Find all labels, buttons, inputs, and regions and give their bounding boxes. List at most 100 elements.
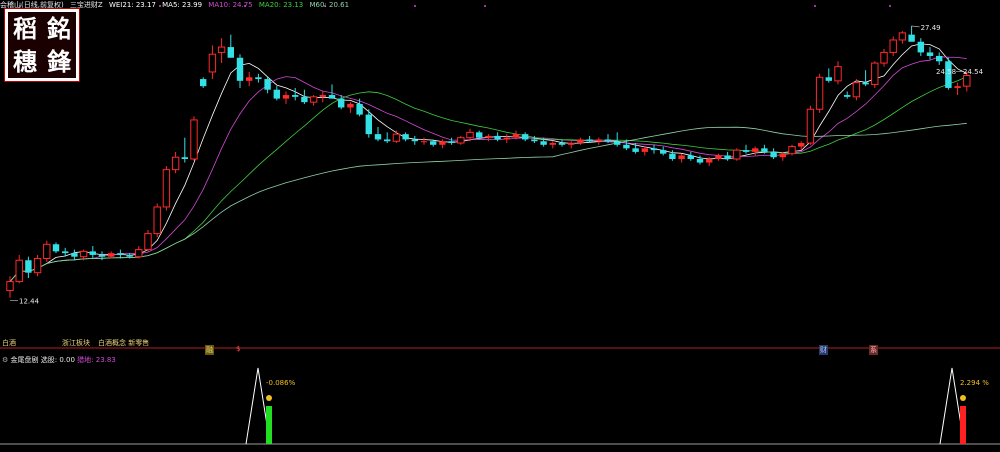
candle-down — [402, 134, 409, 140]
event-tag[interactable]: 系 — [869, 345, 878, 355]
candle-down — [448, 141, 455, 144]
candle-up — [153, 206, 161, 235]
candle-down — [558, 143, 566, 145]
ma20-value: MA20: 23.13 — [258, 1, 304, 9]
candle-up — [595, 139, 602, 142]
indicator-hunt: 猎地: 23.83 — [77, 356, 116, 364]
candle-up — [806, 108, 815, 144]
candle-up — [788, 146, 796, 155]
indicator-bar — [266, 406, 272, 444]
candle-down — [476, 132, 483, 138]
candle-up — [889, 39, 897, 53]
candle-up — [79, 250, 88, 258]
chart-stage: 27.49 12.44 24.58 24.54 -0.086% 2.294 % — [0, 0, 1000, 448]
candle-down — [623, 144, 630, 149]
high-label: 27.49 — [921, 24, 941, 32]
ma10-value: MA10: 24.75 — [208, 1, 253, 9]
candle-up — [503, 137, 510, 140]
candle-down — [25, 260, 32, 273]
event-tag[interactable]: 融 — [205, 345, 214, 355]
candle-up — [577, 139, 584, 144]
candle-down — [660, 150, 667, 154]
candle-down — [62, 251, 69, 254]
candle-down — [926, 52, 934, 56]
candle-up — [852, 82, 861, 98]
indicator-gear-icon[interactable]: ⚙ — [2, 356, 8, 364]
indicator-header: ⚙ 金尾盘剧 选股: 0.00 猎地: 23.83 — [2, 355, 116, 365]
candle-up — [162, 169, 171, 208]
seal-char: 穗 — [13, 46, 37, 76]
candle-down — [52, 244, 60, 252]
candle-down — [374, 134, 382, 140]
candlestick-chart[interactable]: 27.49 12.44 24.58 24.54 -0.086% 2.294 % — [0, 0, 1000, 448]
candle-up — [798, 143, 805, 147]
signal-dot — [814, 5, 816, 7]
candle-up — [512, 134, 520, 138]
candle-up — [171, 156, 180, 171]
candle-down — [650, 148, 658, 151]
candle-down — [411, 139, 418, 142]
candle-down — [522, 134, 529, 140]
candle-up — [641, 148, 648, 152]
level-label: 24.54 — [963, 68, 984, 76]
candle-up — [282, 95, 290, 99]
candle-down — [724, 155, 731, 159]
candle-up — [217, 46, 226, 53]
candle-down — [844, 95, 851, 97]
smiley-icon — [960, 395, 966, 401]
candle-up — [466, 131, 474, 139]
candle-down — [632, 148, 639, 152]
signal-label: 2.294 % — [960, 379, 989, 387]
high-marker — [911, 25, 920, 28]
candle-down — [273, 89, 280, 99]
candle-down — [98, 254, 106, 257]
candle-down — [696, 159, 704, 163]
seal-char: 稻 — [13, 13, 37, 43]
candle-down — [384, 139, 391, 142]
candle-up — [954, 86, 961, 88]
candle-down — [614, 141, 621, 145]
candle-down — [770, 151, 777, 158]
ma5-value: MA5: 23.99 — [162, 1, 203, 9]
candle-up — [309, 96, 318, 103]
candle-up — [392, 133, 401, 142]
candle-up — [880, 51, 888, 64]
candle-down — [586, 139, 593, 142]
candle-up — [246, 77, 253, 81]
candle-down — [89, 251, 96, 255]
sector-label[interactable]: 白酒概念 新零售 — [98, 338, 149, 348]
candle-up — [190, 119, 198, 160]
seal-char: 銘 — [47, 13, 71, 43]
candle-down — [328, 95, 336, 99]
candle-down — [908, 34, 915, 42]
sector-label[interactable]: 浙江板块 — [62, 338, 90, 348]
candle-down — [430, 141, 437, 145]
candle-down — [117, 253, 124, 255]
candle-down — [917, 41, 924, 53]
candle-down — [292, 95, 299, 97]
candle-up — [347, 103, 354, 108]
candle-up — [135, 249, 143, 258]
level-label: 24.58 — [936, 68, 956, 76]
indicator-param: 选股: 0.00 — [40, 356, 75, 364]
candle-down — [365, 114, 372, 135]
candle-down — [669, 153, 676, 159]
candle-up — [485, 135, 492, 138]
smiley-icon — [266, 395, 272, 401]
candle-down — [761, 148, 768, 152]
candle-down — [236, 57, 244, 81]
m60-value: M60: 20.61 — [309, 1, 350, 9]
indicator-panel-name[interactable]: 金尾盘剧 — [11, 356, 39, 364]
candle-up — [963, 75, 971, 87]
sector-label[interactable]: 白酒 — [2, 338, 16, 348]
signal-dot — [414, 5, 416, 7]
candle-down — [862, 82, 869, 85]
signal-label: -0.086% — [266, 379, 296, 387]
candle-down — [338, 98, 345, 108]
candle-down — [200, 79, 207, 87]
candle-up — [678, 155, 685, 159]
candle-up — [33, 257, 42, 274]
event-tag[interactable]: $ — [235, 345, 241, 353]
event-tag[interactable]: 财 — [819, 345, 828, 355]
candle-up — [733, 149, 741, 160]
